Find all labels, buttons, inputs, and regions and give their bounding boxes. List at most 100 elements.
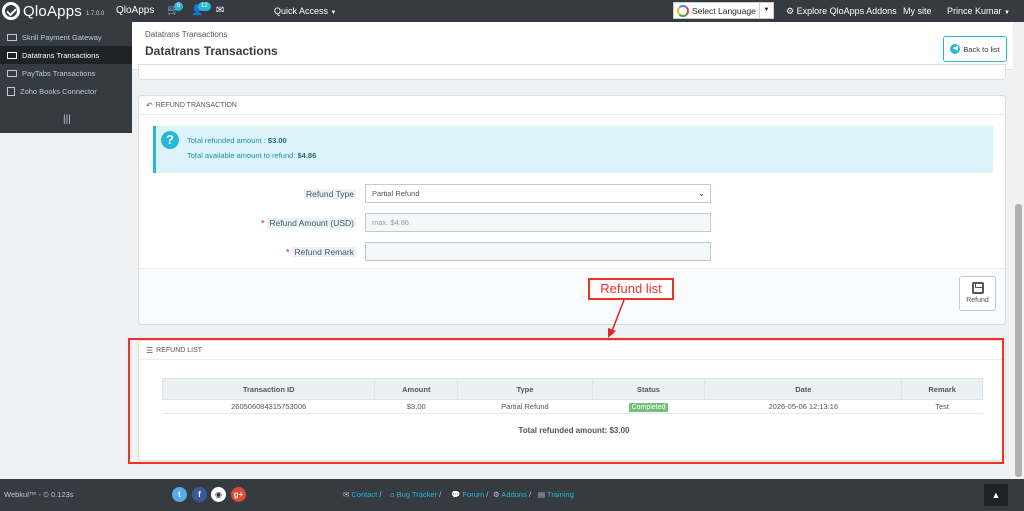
scroll-to-top-button[interactable]: ▲ — [984, 484, 1008, 506]
footer-link-contact[interactable]: ✉ Contact / — [343, 490, 381, 499]
footer-link-bug-tracker[interactable]: ⌂ Bug Tracker / — [390, 490, 441, 499]
sidebar-item-zoho[interactable]: Zoho Books Connector — [0, 82, 132, 100]
footer-link-forum[interactable]: 💬 Forum / — [451, 490, 488, 499]
sidebar-item-paytabs[interactable]: PayTabs Transactions — [0, 64, 132, 82]
app-name: QloApps — [23, 2, 82, 20]
load-time: 0.123s — [51, 490, 74, 499]
card-icon — [7, 51, 17, 59]
comments-icon: 💬 — [451, 490, 461, 499]
explore-addons-label: Explore QloApps Addons — [796, 6, 897, 16]
sidebar-item-label: Skrill Payment Gateway — [22, 32, 102, 42]
arrow-left-icon: ◀ — [950, 44, 961, 54]
puzzle-icon: ⚙ — [786, 6, 795, 16]
back-to-list-label: Back to list — [963, 44, 1000, 54]
orders-badge: 6 — [174, 2, 184, 11]
select-language-label: Select Language — [692, 5, 756, 16]
panel-heading: ↶ Refund Transaction — [139, 96, 1005, 115]
refund-transaction-panel: ↶ Refund Transaction ? Total refunded am… — [138, 95, 1006, 325]
caret-down-icon: ▼ — [330, 10, 337, 16]
previous-panel — [138, 64, 1006, 80]
clock-icon: ⏲ — [43, 490, 49, 499]
available-refund-line: Total available amount to refund: $4.86 — [187, 151, 316, 160]
refund-type-label-wrap: Refund Type — [289, 189, 356, 199]
my-site-link[interactable]: My site — [903, 0, 932, 22]
google-plus-icon[interactable]: g+ — [231, 487, 246, 502]
chevron-down-icon: ▼ — [759, 3, 773, 18]
required-marker: * — [261, 218, 265, 228]
reply-icon: ↶ — [146, 100, 153, 110]
github-icon[interactable]: ◉ — [211, 487, 226, 502]
app-version: 1.7.0.0 — [85, 10, 105, 17]
refund-amount-label-wrap: * Refund Amount (USD) — [239, 218, 356, 228]
bug-tracker-label: Bug Tracker — [396, 490, 438, 499]
available-refund-label: Total available amount to refund: — [187, 151, 296, 160]
top-bar: QloApps 1.7.0.0 QloApps 🛒 6 👤 12 ✉ Quick A… — [0, 0, 1024, 22]
sidebar-item-datatrans[interactable]: Datatrans Transactions — [0, 46, 132, 64]
arrow-up-icon: ▲ — [991, 490, 1001, 500]
language-selector[interactable]: Select Language ▼ — [673, 2, 774, 19]
file-icon — [7, 86, 15, 96]
explore-addons-link[interactable]: ⚙ Explore QloApps Addons — [786, 0, 897, 22]
contact-label: Contact — [351, 490, 378, 499]
quick-access-menu[interactable]: Quick Access ▼ — [274, 0, 337, 22]
app-logo[interactable]: QloApps 1.7.0.0 — [2, 1, 104, 21]
refund-info-alert: ? Total refunded amount : $3.00 Total av… — [153, 126, 993, 173]
caret-down-icon: ▼ — [1004, 10, 1010, 16]
sidebar-item-label: Datatrans Transactions — [22, 50, 100, 60]
scrollbar-thumb[interactable] — [1015, 204, 1022, 477]
refund-remark-label-wrap: * Refund Remark — [259, 247, 356, 257]
facebook-icon[interactable]: f — [192, 487, 207, 502]
bug-icon: ⌂ — [390, 490, 395, 499]
total-refunded-line: Total refunded amount : $3.00 — [187, 136, 287, 145]
save-icon — [971, 282, 984, 294]
shop-name-link[interactable]: QloApps — [116, 0, 154, 22]
refund-type-value: Partial Refund — [372, 189, 420, 198]
page-header: Datatrans Transactions Datatrans Transac… — [132, 22, 1018, 70]
user-menu[interactable]: Prince Kumar ▼ — [947, 0, 1010, 22]
forum-label: Forum — [462, 490, 485, 499]
panel-footer: Refund — [139, 268, 1005, 324]
customers-icon[interactable]: 👤 12 — [191, 2, 211, 17]
page-scrollbar[interactable] — [1013, 22, 1024, 479]
total-refunded-label: Total refunded amount : — [187, 136, 266, 145]
puzzle-icon: ⚙ — [493, 490, 500, 499]
refund-list-highlight — [128, 338, 1004, 464]
collapse-menu-icon[interactable]: ||| — [63, 114, 71, 125]
required-marker: * — [286, 247, 290, 257]
sidebar-item-label: PayTabs Transactions — [22, 68, 96, 78]
refund-amount-input[interactable]: max. $4.86 — [365, 213, 711, 232]
quick-access-label: Quick Access — [274, 6, 329, 16]
orders-icon[interactable]: 🛒 6 — [167, 2, 184, 17]
user-name: Prince Kumar — [947, 6, 1002, 16]
addons-label: Addons — [501, 490, 527, 499]
refund-transaction-heading: Refund Transaction — [155, 101, 237, 109]
twitter-icon[interactable]: t — [172, 487, 187, 502]
card-icon — [7, 33, 17, 41]
footer-link-addons[interactable]: ⚙ Addons / — [493, 490, 531, 499]
book-icon: ▤ — [538, 490, 546, 499]
refund-button[interactable]: Refund — [959, 276, 996, 311]
sidebar-item-label: Zoho Books Connector — [20, 86, 97, 96]
refund-list-annotation: Refund list — [588, 278, 674, 300]
envelope-icon: ✉ — [343, 490, 350, 499]
refund-remark-input[interactable] — [365, 242, 711, 261]
footer-brand: Webkul™ - ⏲ 0.123s — [4, 490, 74, 500]
footer-link-training[interactable]: ▤ Training — [538, 490, 574, 499]
sidebar-item-skrill[interactable]: Skrill Payment Gateway — [0, 28, 132, 46]
refund-type-label: Refund Type — [303, 189, 356, 199]
sidebar: Skrill Payment Gateway Datatrans Transac… — [0, 22, 132, 133]
refund-button-label: Refund — [966, 297, 989, 304]
breadcrumb[interactable]: Datatrans Transactions — [145, 30, 227, 39]
page-title: Datatrans Transactions — [145, 44, 278, 58]
card-icon — [7, 69, 17, 77]
webkul-brand: Webkul™ - — [4, 490, 41, 499]
footer: Webkul™ - ⏲ 0.123s t f ◉ g+ ✉ Contact / … — [0, 479, 1024, 511]
messages-icon[interactable]: ✉ — [216, 5, 224, 17]
question-icon: ? — [161, 131, 179, 149]
refund-remark-label: Refund Remark — [292, 247, 356, 257]
refund-type-select[interactable]: Partial Refund ⌄ — [365, 184, 711, 203]
google-icon — [677, 4, 689, 17]
total-refunded-value: $3.00 — [267, 136, 287, 145]
back-to-list-button[interactable]: ◀ Back to list — [943, 36, 1007, 62]
refund-amount-label: Refund Amount (USD) — [267, 218, 356, 228]
